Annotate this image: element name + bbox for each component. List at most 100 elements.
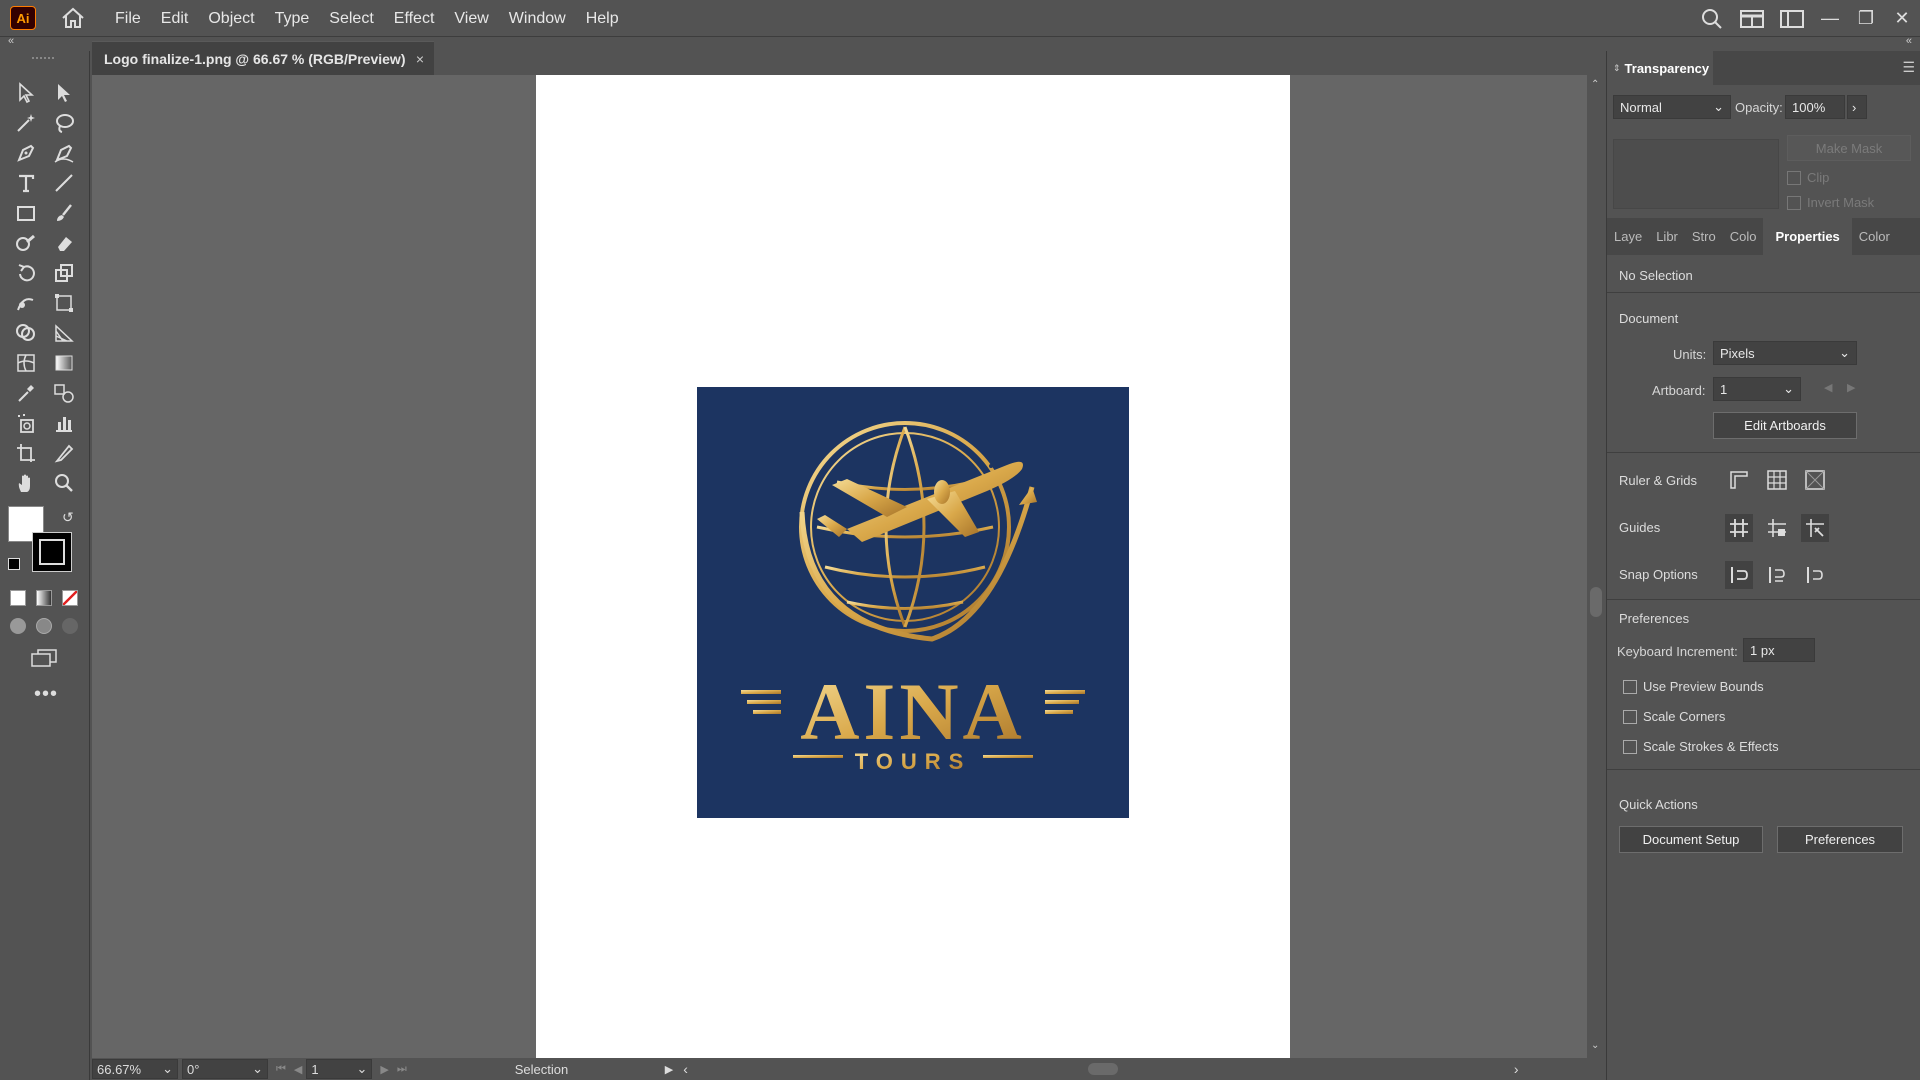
zoom-tool-icon[interactable] xyxy=(48,469,80,497)
previous-artboard-icon[interactable]: ◀ xyxy=(294,1063,302,1076)
horizontal-scroll-thumb[interactable] xyxy=(1087,1063,1118,1075)
direct-selection-tool-icon[interactable] xyxy=(48,79,80,107)
search-icon[interactable] xyxy=(1692,0,1732,37)
minimize-icon[interactable]: — xyxy=(1812,0,1848,37)
close-window-icon[interactable]: ✕ xyxy=(1884,0,1920,37)
opacity-slider-toggle[interactable]: › xyxy=(1847,95,1867,119)
draw-behind-icon[interactable] xyxy=(36,618,52,634)
canvas[interactable]: AINA TOURS xyxy=(92,75,1587,1058)
free-transform-tool-icon[interactable] xyxy=(48,289,80,317)
scale-corners-checkbox[interactable]: Scale Corners xyxy=(1623,709,1725,724)
paintbrush-tool-icon[interactable] xyxy=(48,199,80,227)
first-artboard-icon[interactable]: ⏮ xyxy=(276,1063,286,1076)
previous-artboard-icon[interactable]: ◀ xyxy=(1824,381,1832,394)
next-artboard-icon[interactable]: ▶ xyxy=(380,1063,388,1076)
use-preview-bounds-checkbox[interactable]: Use Preview Bounds xyxy=(1623,679,1764,694)
preferences-button[interactable]: Preferences xyxy=(1777,826,1903,853)
tab-layers[interactable]: Laye xyxy=(1607,229,1649,244)
tab-color[interactable]: Color xyxy=(1852,229,1897,244)
panel-menu-icon[interactable]: ☰ xyxy=(1902,59,1915,76)
collapse-left-icon[interactable]: « xyxy=(8,35,14,47)
artboard-tool-icon[interactable] xyxy=(10,439,42,467)
transparency-tab[interactable]: ⇕ Transparency xyxy=(1607,51,1713,85)
default-colors-icon[interactable] xyxy=(8,558,20,570)
edit-artboards-button[interactable]: Edit Artboards xyxy=(1713,412,1857,439)
tab-stroke[interactable]: Stro xyxy=(1685,229,1723,244)
artboard[interactable]: AINA TOURS xyxy=(536,75,1290,1058)
snap-to-glyph-icon[interactable] xyxy=(1801,561,1829,589)
tab-libraries[interactable]: Libr xyxy=(1649,229,1685,244)
slice-tool-icon[interactable] xyxy=(48,439,80,467)
tab-properties[interactable]: Properties xyxy=(1763,218,1852,255)
snap-to-point-icon[interactable] xyxy=(1725,561,1753,589)
document-tab[interactable]: Logo finalize-1.png @ 66.67 % (RGB/Previ… xyxy=(92,41,434,75)
last-artboard-icon[interactable]: ⏭ xyxy=(397,1063,407,1076)
pen-tool-icon[interactable] xyxy=(10,139,42,167)
restore-icon[interactable]: ❐ xyxy=(1848,0,1884,37)
draw-normal-icon[interactable] xyxy=(10,618,26,634)
scroll-right-icon[interactable]: › xyxy=(1514,1061,1519,1077)
rulers-icon[interactable] xyxy=(1725,466,1753,494)
workspace-icon[interactable] xyxy=(1772,0,1812,37)
swap-colors-icon[interactable]: ↺ xyxy=(62,509,74,526)
chevron-down-icon[interactable]: ⌄ xyxy=(252,1061,263,1077)
zoom-field[interactable]: 66.67% ⌄ xyxy=(92,1059,178,1079)
status-menu-icon[interactable]: ▶ xyxy=(665,1063,673,1076)
scale-strokes-checkbox[interactable]: Scale Strokes & Effects xyxy=(1623,739,1779,754)
blend-mode-select[interactable]: Normal ⌄ xyxy=(1613,95,1731,119)
vertical-scroll-thumb[interactable] xyxy=(1590,587,1602,617)
artboard-nav-field[interactable]: 1 ⌄ xyxy=(306,1059,373,1079)
column-graph-tool-icon[interactable] xyxy=(48,409,80,437)
type-tool-icon[interactable] xyxy=(10,169,42,197)
invert-mask-checkbox[interactable]: Invert Mask xyxy=(1787,195,1874,210)
eraser-tool-icon[interactable] xyxy=(48,229,80,257)
perspective-grid-tool-icon[interactable] xyxy=(48,319,80,347)
menu-object[interactable]: Object xyxy=(198,0,264,37)
home-icon[interactable] xyxy=(58,3,88,33)
grip-icon[interactable] xyxy=(30,55,60,61)
shape-builder-tool-icon[interactable] xyxy=(10,319,42,347)
arrange-documents-icon[interactable] xyxy=(1732,0,1772,37)
warp-tool-icon[interactable] xyxy=(10,289,42,317)
smart-guides-icon[interactable] xyxy=(1801,514,1829,542)
tab-color-guide[interactable]: Colo xyxy=(1723,229,1764,244)
document-setup-button[interactable]: Document Setup xyxy=(1619,826,1763,853)
clip-checkbox[interactable]: Clip xyxy=(1787,170,1829,185)
stroke-swatch[interactable] xyxy=(32,532,72,572)
scroll-up-icon[interactable]: ⌃ xyxy=(1591,79,1599,90)
menu-window[interactable]: Window xyxy=(499,0,576,37)
expand-panel-icon[interactable]: ⇕ xyxy=(1613,63,1621,74)
line-tool-icon[interactable] xyxy=(48,169,80,197)
aina-tours-logo[interactable]: AINA TOURS xyxy=(697,387,1129,818)
shaper-tool-icon[interactable] xyxy=(10,229,42,257)
transparency-grid-icon[interactable] xyxy=(1801,466,1829,494)
collapse-right-icon[interactable]: « xyxy=(1906,35,1912,47)
menu-type[interactable]: Type xyxy=(265,0,320,37)
show-guides-icon[interactable] xyxy=(1725,514,1753,542)
rotation-field[interactable]: 0° ⌄ xyxy=(182,1059,268,1079)
next-artboard-icon[interactable]: ▶ xyxy=(1847,381,1855,394)
symbol-sprayer-tool-icon[interactable] xyxy=(10,409,42,437)
selection-tool-icon[interactable] xyxy=(10,79,42,107)
opacity-field[interactable]: 100% xyxy=(1785,95,1845,119)
close-tab-icon[interactable]: × xyxy=(416,51,424,67)
menu-effect[interactable]: Effect xyxy=(384,0,445,37)
curvature-tool-icon[interactable] xyxy=(48,139,80,167)
grid-icon[interactable] xyxy=(1763,466,1791,494)
lock-guides-icon[interactable] xyxy=(1763,514,1791,542)
chevron-down-icon[interactable]: ⌄ xyxy=(162,1061,173,1077)
keyboard-increment-field[interactable]: 1 px xyxy=(1743,638,1815,662)
chevron-down-icon[interactable]: ⌄ xyxy=(356,1061,367,1077)
screen-mode-icon[interactable] xyxy=(30,649,58,667)
gradient-mode-icon[interactable] xyxy=(36,590,52,606)
menu-view[interactable]: View xyxy=(444,0,498,37)
lasso-tool-icon[interactable] xyxy=(48,109,80,137)
more-tools-icon[interactable]: ••• xyxy=(34,683,58,706)
mesh-tool-icon[interactable] xyxy=(10,349,42,377)
units-select[interactable]: Pixels ⌄ xyxy=(1713,341,1857,365)
scroll-down-icon[interactable]: ⌄ xyxy=(1591,1040,1599,1051)
artboard-select[interactable]: 1 ⌄ xyxy=(1713,377,1801,401)
menu-edit[interactable]: Edit xyxy=(151,0,199,37)
draw-inside-icon[interactable] xyxy=(62,618,78,634)
vertical-scrollbar[interactable]: ⌃ ⌄ xyxy=(1587,75,1605,1058)
